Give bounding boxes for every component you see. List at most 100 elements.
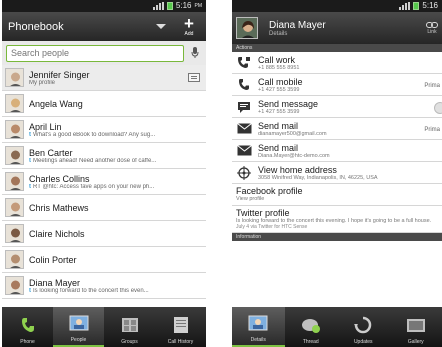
microphone-icon[interactable] bbox=[188, 45, 202, 62]
phonebook-header: Phonebook + Add bbox=[2, 12, 206, 41]
action-row[interactable]: Call mobile +1 427 555 3599 Prima bbox=[232, 74, 442, 96]
avatar bbox=[5, 224, 24, 243]
contact-name: Angela Wang bbox=[29, 98, 83, 109]
bottom-tab-bar: Phone People Groups Call History bbox=[2, 307, 206, 347]
tab-label: Groups bbox=[121, 339, 138, 345]
primary-badge: Prima bbox=[424, 83, 440, 89]
contact-text: Claire Nichols bbox=[29, 229, 206, 239]
tab-updates[interactable]: Updates bbox=[337, 307, 390, 347]
message-icon bbox=[236, 100, 252, 114]
tab-groups[interactable]: Groups bbox=[104, 307, 155, 347]
action-text: View home address 3058 Winifred Way, Indi… bbox=[258, 165, 378, 181]
contact-name: Diana Mayer bbox=[29, 277, 81, 288]
page-title: Phonebook bbox=[8, 20, 64, 33]
contact-text: April Lin t What's a good eBook to downloa… bbox=[29, 122, 206, 138]
add-contact-button[interactable]: + Add bbox=[178, 15, 200, 37]
search-input[interactable] bbox=[6, 44, 184, 62]
action-text: Call work +1 885 555 8951 bbox=[258, 55, 299, 71]
signal-icon bbox=[152, 2, 164, 10]
phonebook-screen: 5:16 PM Phonebook + Add Jennifer SingerM… bbox=[2, 0, 206, 347]
twitter-status-date: July 4 via Twitter for HTC Sense bbox=[236, 224, 308, 230]
tab-gallery[interactable]: Gallery bbox=[390, 307, 442, 347]
action-row[interactable]: Send mail dianamayer500@gmail.com Prima bbox=[232, 118, 442, 140]
signal-icon bbox=[399, 2, 411, 10]
contact-name: Charles Collins bbox=[29, 173, 90, 184]
tab-call-history[interactable]: Call History bbox=[155, 307, 206, 347]
twitter-icon: t bbox=[29, 183, 31, 190]
contact-status-text: Is looking forward to the concert this e… bbox=[33, 287, 149, 294]
action-text: Call mobile +1 427 555 3599 bbox=[258, 77, 303, 93]
contact-status: t RT @htc: Access fave apps on your new p… bbox=[29, 184, 206, 190]
tab-phone[interactable]: Phone bbox=[2, 307, 53, 347]
contact-text: Colin Porter bbox=[29, 255, 206, 265]
contact-status: My profile bbox=[29, 80, 188, 86]
mail-icon bbox=[236, 144, 252, 158]
tab-label: Gallery bbox=[407, 339, 424, 345]
contact-row[interactable]: April Lin t What's a good eBook to downloa… bbox=[2, 117, 206, 143]
contact-status-text: What's a good eBook to download? Any sug… bbox=[33, 131, 156, 138]
action-row[interactable]: Send message +1 427 555 3599 bbox=[232, 96, 442, 118]
contact-status: t Meetings ahead! Need another dose of ca… bbox=[29, 158, 206, 164]
tab-thread[interactable]: Thread bbox=[285, 307, 338, 347]
action-row[interactable]: View home address 3058 Winifred Way, Indi… bbox=[232, 162, 442, 184]
link-label: Link bbox=[427, 29, 437, 35]
contact-row[interactable]: Jennifer Singer My profile bbox=[2, 65, 206, 91]
action-label: Send mail bbox=[258, 142, 299, 153]
action-label: Call work bbox=[258, 54, 296, 65]
contact-row[interactable]: Chris Mathews bbox=[2, 195, 206, 221]
link-icon bbox=[426, 22, 438, 28]
battery-icon bbox=[166, 2, 173, 10]
location-icon bbox=[236, 165, 252, 180]
contact-text: Diana Mayer t Is looking forward to the co… bbox=[29, 278, 206, 294]
more-options-icon[interactable] bbox=[434, 102, 442, 114]
contact-row[interactable]: Charles Collins t RT @htc: Access fave app… bbox=[2, 169, 206, 195]
action-row[interactable]: Call work +1 885 555 8951 bbox=[232, 52, 442, 74]
updates-icon bbox=[352, 313, 374, 337]
contact-row[interactable]: Ben Carter t Meetings ahead! Need another … bbox=[2, 143, 206, 169]
contact-text: Chris Mathews bbox=[29, 203, 206, 213]
contact-status-text: Meetings ahead! Need another dose of caf… bbox=[33, 157, 157, 164]
action-text: Send mail Diana.Mayer@htc-demo.com bbox=[258, 143, 330, 159]
twitter-profile-label: Twitter profile bbox=[236, 207, 290, 218]
chevron-down-icon[interactable] bbox=[156, 24, 166, 29]
information-section-header: Information bbox=[232, 233, 442, 241]
link-button[interactable]: Link bbox=[426, 21, 438, 35]
primary-badge: Prima bbox=[424, 127, 440, 133]
avatar bbox=[5, 68, 24, 87]
contact-card-icon[interactable] bbox=[188, 73, 200, 82]
phone-icon bbox=[236, 78, 252, 92]
contact-subtitle: Details bbox=[269, 30, 288, 37]
action-detail: Diana.Mayer@htc-demo.com bbox=[258, 152, 330, 159]
status-ampm: PM bbox=[194, 3, 203, 9]
avatar bbox=[5, 120, 24, 139]
tab-label: People bbox=[70, 337, 87, 343]
action-row[interactable]: Send mail Diana.Mayer@htc-demo.com bbox=[232, 140, 442, 162]
contact-row[interactable]: Colin Porter bbox=[2, 247, 206, 273]
contact-status: t Is looking forward to the concert this … bbox=[29, 288, 206, 294]
twitter-icon: t bbox=[29, 157, 31, 164]
action-text: Send message +1 427 555 3599 bbox=[258, 99, 318, 115]
action-detail: dianamayer500@gmail.com bbox=[258, 130, 327, 137]
mail-icon bbox=[236, 122, 252, 136]
actions-list: Call work +1 885 555 8951 Call mobile +1 42… bbox=[232, 52, 442, 184]
contact-name: Claire Nichols bbox=[29, 228, 85, 239]
contact-row[interactable]: Diana Mayer t Is looking forward to the co… bbox=[2, 273, 206, 299]
tab-label: Thread bbox=[302, 339, 319, 345]
gallery-icon bbox=[405, 313, 427, 337]
tab-people[interactable]: People bbox=[53, 307, 104, 347]
twitter-profile-row[interactable]: Twitter profile Is looking forward to th… bbox=[232, 205, 442, 233]
tab-details[interactable]: Details bbox=[232, 307, 285, 347]
phone-work-icon bbox=[236, 56, 252, 70]
contact-row[interactable]: Claire Nichols bbox=[2, 221, 206, 247]
contact-name: Jennifer Singer bbox=[29, 69, 90, 80]
bottom-tab-bar: Details Thread Updates Gallery bbox=[232, 307, 442, 347]
avatar bbox=[236, 17, 258, 39]
status-bar: 5:16 bbox=[232, 0, 442, 12]
tab-label: Updates bbox=[353, 339, 373, 345]
action-label: View home address bbox=[258, 164, 337, 175]
avatar bbox=[5, 250, 24, 269]
facebook-profile-row[interactable]: Facebook profile View profile bbox=[232, 184, 442, 206]
contact-text: Jennifer Singer My profile bbox=[29, 70, 188, 86]
twitter-icon: t bbox=[29, 131, 31, 138]
contact-row[interactable]: Angela Wang bbox=[2, 91, 206, 117]
